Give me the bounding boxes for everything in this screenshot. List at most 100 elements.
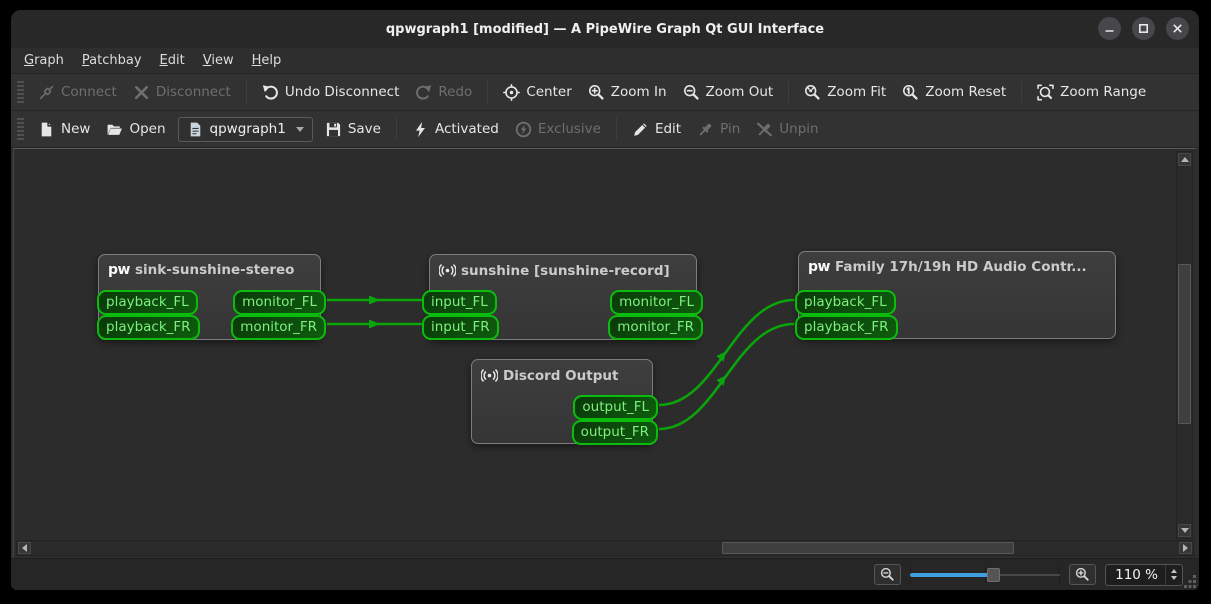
edit-button[interactable]: Edit — [624, 117, 689, 142]
statusbar-zoom-out-button[interactable] — [874, 564, 902, 585]
node-discord-output[interactable]: Discord Output output_FL output_FR — [471, 359, 658, 445]
vertical-scrollbar-thumb[interactable] — [1178, 264, 1191, 424]
toolbar-drag-handle[interactable] — [17, 118, 24, 140]
pin-button[interactable]: Pin — [689, 117, 748, 142]
redo-icon — [416, 84, 432, 100]
toolbar-separator — [1021, 81, 1023, 103]
statusbar: 110 % — [11, 558, 1199, 590]
connect-label: Connect — [61, 84, 117, 100]
port-monitor-fr[interactable]: monitor_FR — [608, 315, 703, 340]
node-sunshine[interactable]: sunshine [sunshine-record] input_FL inpu… — [422, 254, 703, 340]
minimize-icon — [1105, 30, 1114, 32]
open-folder-icon — [108, 124, 123, 135]
port-output-fr[interactable]: output_FR — [571, 420, 658, 445]
redo-button[interactable]: Redo — [407, 80, 480, 105]
activated-icon — [415, 121, 425, 137]
zoom-in-button[interactable]: Zoom In — [580, 80, 675, 105]
menu-view[interactable]: View — [194, 50, 243, 71]
zoom-fit-icon — [805, 84, 820, 100]
disconnect-button[interactable]: Disconnect — [125, 80, 239, 105]
horizontal-scrollbar[interactable] — [16, 540, 1194, 556]
triangle-up-icon — [1180, 157, 1189, 162]
port-monitor-fr[interactable]: monitor_FR — [231, 315, 326, 340]
statusbar-zoom-in-button[interactable] — [1069, 564, 1097, 585]
triangle-left-icon — [22, 544, 27, 552]
patchbay-selector[interactable]: qpwgraph1 — [177, 116, 313, 142]
scroll-down-button[interactable] — [1178, 524, 1191, 537]
node-title-text: Discord Output — [503, 367, 619, 384]
pin-icon — [699, 123, 712, 135]
port-monitor-fl[interactable]: monitor_FL — [233, 290, 326, 315]
titlebar: qpwgraph1 [modified] — A PipeWire Graph … — [11, 10, 1199, 48]
zoom-spinbox[interactable]: 110 % — [1105, 563, 1183, 586]
connect-button[interactable]: Connect — [30, 80, 125, 105]
menu-patchbay[interactable]: Patchbay — [73, 50, 151, 71]
toolbar-separator — [788, 81, 790, 103]
node-title-text: sink-sunshine-stereo — [134, 262, 295, 278]
zoom-slider-rest — [998, 573, 1061, 576]
zoom-range-button[interactable]: Zoom Range — [1029, 80, 1154, 105]
exclusive-label: Exclusive — [537, 121, 601, 137]
wire-arrow — [369, 319, 380, 329]
spinbox-arrows[interactable] — [1165, 564, 1182, 585]
scroll-up-button[interactable] — [1178, 153, 1191, 166]
patchbay-toolbar: New Open qpwgraph1 Save Activated Exclus… — [11, 111, 1199, 148]
vertical-scrollbar[interactable] — [1176, 151, 1193, 539]
menu-edit[interactable]: Edit — [151, 50, 194, 71]
chevron-down-icon — [295, 126, 304, 132]
undo-disconnect-button[interactable]: Undo Disconnect — [254, 80, 408, 105]
node-family-hd-audio[interactable]: pw Family 17h/19h HD Audio Contr... play… — [795, 251, 1116, 340]
menu-graph[interactable]: Graph — [15, 50, 73, 71]
node-title: pw Family 17h/19h HD Audio Contr... — [799, 252, 1115, 282]
zoom-fit-button[interactable]: Zoom Fit — [796, 80, 894, 105]
center-button[interactable]: Center — [495, 80, 579, 105]
port-input-fr[interactable]: input_FR — [422, 315, 499, 340]
maximize-button[interactable] — [1132, 17, 1155, 40]
maximize-icon — [1138, 23, 1149, 34]
unpin-button[interactable]: Unpin — [748, 117, 826, 142]
zoom-slider[interactable] — [910, 565, 1061, 585]
pipewire-icon: pw — [808, 259, 830, 275]
disconnect-label: Disconnect — [155, 84, 231, 100]
port-output-fl[interactable]: output_FL — [573, 395, 658, 420]
zoom-in-label: Zoom In — [610, 84, 667, 100]
connection-wires — [327, 295, 795, 431]
node-title: sunshine [sunshine-record] — [430, 255, 696, 286]
port-playback-fl[interactable]: playback_FL — [97, 290, 198, 315]
open-button[interactable]: Open — [98, 117, 173, 142]
horizontal-scrollbar-thumb[interactable] — [722, 542, 1014, 554]
port-monitor-fl[interactable]: monitor_FL — [610, 290, 703, 315]
scroll-left-button[interactable] — [18, 542, 31, 554]
activated-button[interactable]: Activated — [404, 117, 507, 142]
zoom-reset-icon — [903, 84, 918, 100]
close-icon — [1173, 24, 1182, 33]
menu-help[interactable]: Help — [243, 50, 291, 71]
zoom-reset-button[interactable]: Zoom Reset — [894, 80, 1014, 105]
exclusive-icon — [515, 121, 532, 137]
port-input-fl[interactable]: input_FL — [422, 290, 497, 315]
center-icon — [503, 83, 521, 101]
node-title: Discord Output — [472, 360, 652, 391]
new-button[interactable]: New — [30, 117, 98, 142]
toolbar-drag-handle[interactable] — [17, 81, 24, 103]
toolbar-separator — [615, 118, 617, 140]
zoom-slider-handle[interactable] — [986, 567, 1000, 582]
zoom-out-button[interactable]: Zoom Out — [675, 80, 782, 105]
port-playback-fr[interactable]: playback_FR — [795, 315, 898, 340]
node-sink-sunshine-stereo[interactable]: pw sink-sunshine-stereo playback_FL play… — [97, 254, 326, 340]
exclusive-button[interactable]: Exclusive — [507, 117, 609, 142]
graph-canvas[interactable]: pw sink-sunshine-stereo playback_FL play… — [13, 148, 1197, 558]
minimize-button[interactable] — [1098, 17, 1121, 40]
resize-grip[interactable] — [1184, 575, 1197, 588]
redo-label: Redo — [438, 84, 473, 100]
toolbar-separator — [395, 118, 397, 140]
spin-up-icon — [1171, 569, 1177, 573]
port-playback-fl[interactable]: playback_FL — [795, 290, 896, 315]
patchbay-selector-value: qpwgraph1 — [209, 121, 286, 137]
node-title-text: Family 17h/19h HD Audio Contr... — [834, 259, 1087, 275]
port-playback-fr[interactable]: playback_FR — [97, 315, 200, 340]
menubar: Graph Patchbay Edit View Help — [11, 48, 1199, 74]
save-button[interactable]: Save — [317, 117, 389, 142]
close-button[interactable] — [1166, 17, 1189, 40]
scroll-right-button[interactable] — [1179, 542, 1192, 554]
